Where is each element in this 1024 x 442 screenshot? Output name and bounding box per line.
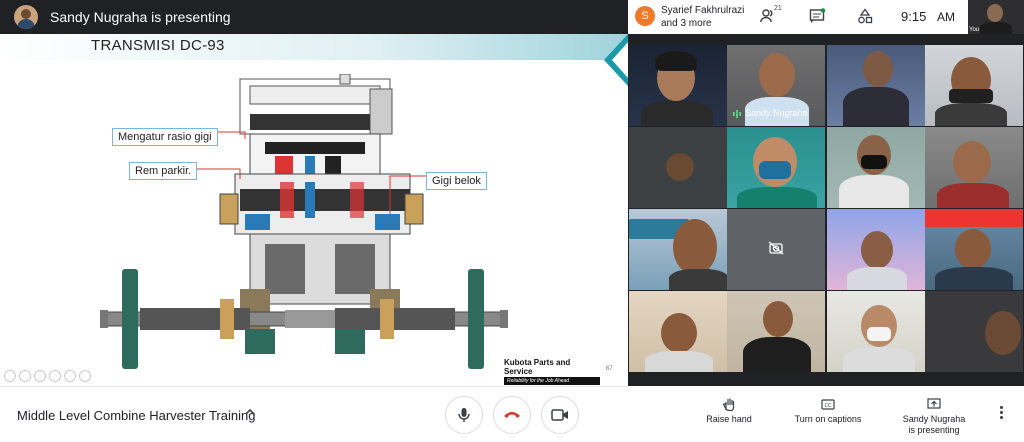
camera-button[interactable] — [541, 396, 579, 434]
meeting-title[interactable]: Middle Level Combine Harvester Training — [17, 408, 255, 423]
slide-next-icon[interactable] — [19, 370, 31, 382]
microphone-button[interactable] — [445, 396, 483, 434]
raise-hand-icon — [722, 398, 735, 411]
participant-tile[interactable] — [629, 45, 727, 126]
presenter-bar: Sandy Nugraha is presenting — [0, 0, 628, 34]
meet-window: Sandy Nugraha is presenting TRANSMISI DC… — [0, 0, 1024, 442]
participant-tile-camera-off[interactable] — [727, 209, 825, 290]
presenters-line1: Syarief Fakhrulrazi — [661, 5, 745, 16]
slide-title: TRANSMISI DC-93 — [91, 37, 225, 54]
brand-tagline: Reliability for the Job Ahead — [504, 377, 600, 385]
participant-tile[interactable] — [827, 45, 925, 126]
raise-hand-label: Raise hand — [706, 414, 752, 424]
top-bar-right: S Syarief Fakhrulrazi and 3 more 21 9:15… — [628, 0, 1024, 34]
presenting-button[interactable]: Sandy Nugraha is presenting — [896, 397, 972, 436]
transmission-diagram — [100, 74, 508, 369]
participant-tile[interactable] — [827, 209, 925, 290]
slide-more-icon[interactable] — [79, 370, 91, 382]
end-call-icon — [504, 412, 520, 418]
participant-tile[interactable] — [925, 209, 1023, 290]
chevron-up-icon[interactable] — [244, 407, 256, 417]
participant-tile[interactable] — [629, 209, 727, 290]
captions-label: Turn on captions — [794, 414, 862, 424]
slide-pen-icon[interactable] — [34, 370, 46, 382]
people-count: 21 — [774, 5, 782, 12]
presentation-pane: Sandy Nugraha is presenting TRANSMISI DC… — [0, 0, 628, 442]
presenter-avatar — [14, 5, 38, 29]
clock-ampm: AM — [937, 10, 955, 24]
speaking-indicator-icon — [733, 110, 741, 118]
participant-tile[interactable] — [925, 291, 1023, 372]
clock-time: 9:15 — [901, 9, 927, 24]
more-options-icon[interactable] — [1000, 406, 1004, 421]
participant-tile[interactable] — [629, 127, 727, 208]
slide-prev-icon[interactable] — [4, 370, 16, 382]
presenter-title: Sandy Nugraha is presenting — [50, 9, 231, 25]
participant-tile[interactable] — [925, 45, 1023, 126]
participant-tile[interactable] — [727, 291, 825, 372]
bottom-bar-right: Raise hand CC Turn on captions Sandy Nug… — [628, 386, 1024, 442]
participant-tile[interactable] — [925, 127, 1023, 208]
brand-name: Kubota Parts and Service — [504, 358, 571, 376]
camera-off-icon — [768, 241, 784, 255]
participant-tile-speaking[interactable]: Sandy Nugraha — [727, 45, 825, 126]
presenters-line2: and 3 more — [661, 18, 712, 29]
callout-gear-ratio: Mengatur rasio gigi — [112, 128, 218, 146]
slide: TRANSMISI DC-93 Mengatur rasio gigi Rem … — [0, 34, 628, 386]
slide-chevron-icon — [604, 34, 628, 86]
participant-tile[interactable] — [629, 291, 727, 372]
captions-button[interactable]: CC Turn on captions — [790, 397, 866, 425]
participant-tile[interactable] — [827, 127, 925, 208]
raise-hand-button[interactable]: Raise hand — [701, 397, 757, 425]
end-call-button[interactable] — [493, 396, 531, 434]
slide-grid-icon[interactable] — [64, 370, 76, 382]
self-view-label: You — [969, 27, 980, 33]
participant-name-label: Sandy Nugraha — [745, 108, 808, 118]
bottom-bar-left: Middle Level Combine Harvester Training — [0, 386, 628, 442]
presenting-label-line1: Sandy Nugraha — [902, 414, 966, 424]
chat-icon[interactable] — [809, 8, 825, 24]
participant-tile[interactable] — [827, 291, 925, 372]
participant-tile[interactable] — [727, 127, 825, 208]
slide-zoom-icon[interactable] — [49, 370, 61, 382]
participant-grid: Sandy Nugraha — [628, 34, 1024, 386]
callout-turning-gear: Gigi belok — [426, 172, 487, 190]
kubota-brand: Kubota Parts and Service Reliability for… — [504, 358, 600, 385]
presenting-label-line2: is presenting — [908, 425, 960, 435]
present-screen-icon — [927, 398, 941, 409]
callout-parking-brake: Rem parkir. — [129, 162, 198, 180]
svg-text:CC: CC — [825, 403, 832, 409]
presenter-initial-avatar: S — [635, 6, 655, 26]
self-view-tile[interactable]: You — [968, 0, 1024, 34]
camera-icon — [551, 409, 568, 421]
slide-controls — [4, 370, 91, 382]
microphone-icon — [458, 408, 470, 422]
presenters-list[interactable]: Syarief Fakhrulrazi and 3 more — [661, 4, 744, 30]
slide-page-number: 67 — [606, 366, 613, 372]
captions-icon: CC — [821, 399, 835, 410]
activities-icon[interactable] — [857, 8, 873, 24]
